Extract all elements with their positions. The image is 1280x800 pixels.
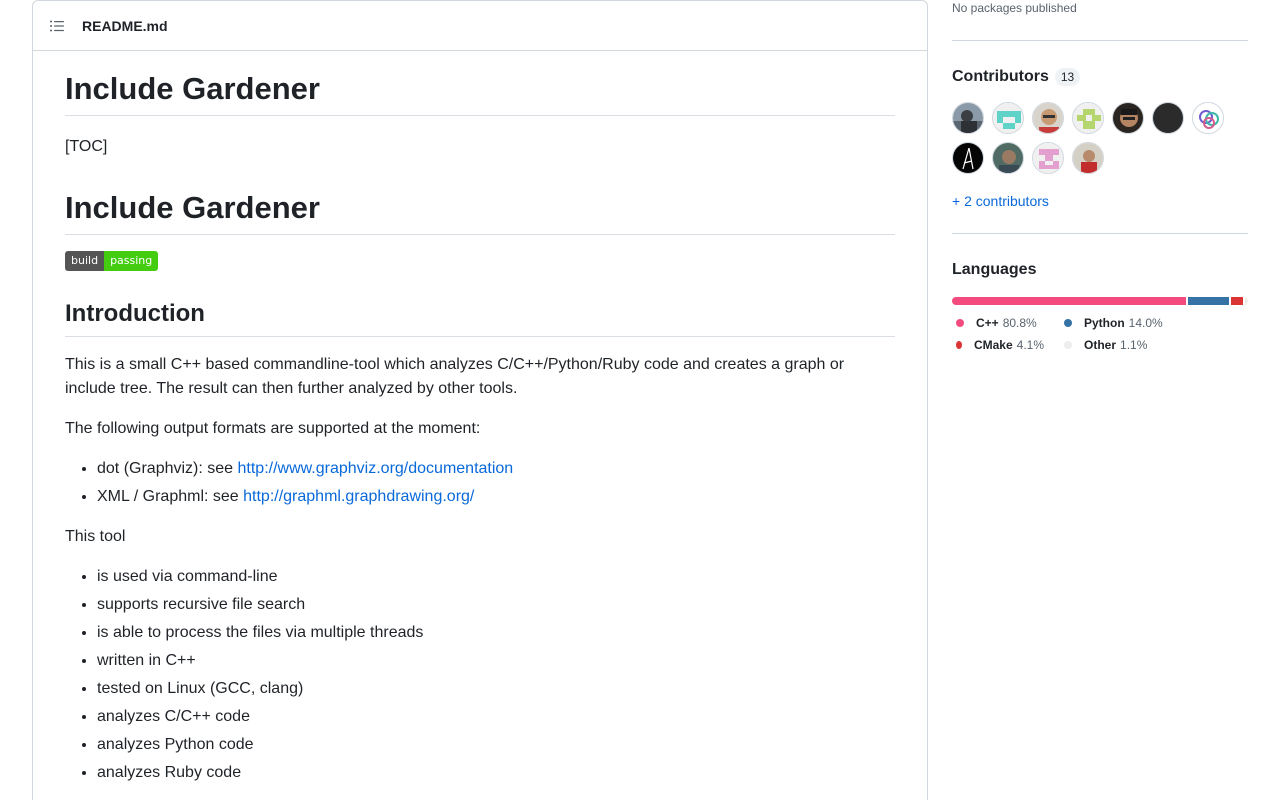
- language-color-dot: [1064, 319, 1072, 327]
- avatar[interactable]: [1152, 102, 1184, 134]
- language-bar-segment-cmake[interactable]: [1230, 297, 1243, 305]
- avatar[interactable]: [952, 102, 984, 134]
- list-item: analyzes Python code: [97, 733, 895, 757]
- language-percent: 4.1%: [1016, 338, 1044, 352]
- contributors-count-badge: 13: [1054, 68, 1081, 86]
- readme-header: README.md: [33, 1, 927, 51]
- language-item-cpp[interactable]: C++ 80.8%: [952, 315, 1044, 331]
- language-percent: 1.1%: [1120, 338, 1148, 352]
- avatar[interactable]: [1072, 142, 1104, 174]
- badge-status: passing: [104, 250, 159, 271]
- language-percent: 80.8%: [1002, 316, 1037, 330]
- avatar[interactable]: [992, 102, 1024, 134]
- list-item: analyzes Ruby code: [97, 761, 895, 785]
- intro-heading: Introduction: [65, 299, 895, 337]
- list-item: is used via command-line: [97, 565, 895, 589]
- language-item-python[interactable]: Python 14.0%: [1060, 315, 1200, 331]
- avatar[interactable]: [1192, 102, 1224, 134]
- graphviz-link[interactable]: http://www.graphviz.org/documentation: [238, 460, 514, 477]
- graphml-link[interactable]: http://graphml.graphdrawing.org/: [243, 488, 474, 505]
- languages-bar: [952, 297, 1248, 305]
- contributors-title: Contributors: [952, 68, 1049, 85]
- languages-list: C++ 80.8% Python 14.0% CMake 4.1% Other …: [952, 315, 1248, 359]
- features-list: is used via command-line supports recurs…: [65, 565, 895, 785]
- list-item: dot (Graphviz): see http://www.graphviz.…: [97, 457, 895, 481]
- language-name: CMake: [973, 338, 1013, 352]
- repo-sidebar: No packages published Contributors 13 + …: [952, 0, 1248, 359]
- list-item: supports recursive file search: [97, 593, 895, 617]
- formats-list: dot (Graphviz): see http://www.graphviz.…: [65, 457, 895, 509]
- contributors-avatars: [952, 102, 1232, 182]
- language-color-dot: [956, 341, 962, 349]
- avatar[interactable]: [1032, 142, 1064, 174]
- language-color-dot: [956, 319, 964, 327]
- list-item: XML / Graphml: see http://graphml.graphd…: [97, 485, 895, 509]
- readme-title-2: Include Gardener: [65, 189, 895, 235]
- language-item-cmake[interactable]: CMake 4.1%: [952, 337, 1044, 353]
- avatar[interactable]: [1032, 102, 1064, 134]
- list-item: analyzes C/C++ code: [97, 705, 895, 729]
- language-name: Other: [1084, 338, 1117, 352]
- language-color-dot: [1064, 341, 1072, 349]
- language-name: Python: [1084, 316, 1125, 330]
- tool-paragraph: This tool: [65, 527, 126, 545]
- contributors-heading[interactable]: Contributors 13: [952, 68, 1248, 86]
- avatar[interactable]: [1072, 102, 1104, 134]
- languages-section: Languages C++ 80.8% Python 14.0% CMake 4…: [952, 261, 1248, 359]
- list-item: tested on Linux (GCC, clang): [97, 677, 895, 701]
- language-bar-segment-other[interactable]: [1244, 297, 1248, 305]
- outline-list-icon[interactable]: [49, 18, 65, 34]
- avatar[interactable]: [952, 142, 984, 174]
- readme-title-1: Include Gardener: [65, 70, 895, 116]
- languages-title: Languages: [952, 261, 1037, 278]
- formats-paragraph: The following output formats are support…: [65, 419, 481, 437]
- list-item-text: XML / Graphml: see: [97, 487, 244, 505]
- more-contributors-link[interactable]: + 2 contributors: [952, 193, 1049, 209]
- build-status-badge[interactable]: build passing: [65, 250, 159, 271]
- list-item: written in C++: [97, 649, 895, 673]
- language-percent: 14.0%: [1128, 316, 1163, 330]
- readme-content: Include Gardener [TOC] Include Gardener …: [65, 51, 895, 785]
- avatar[interactable]: [992, 142, 1024, 174]
- readme-panel: README.md Include Gardener [TOC] Include…: [32, 0, 928, 800]
- readme-filename[interactable]: README.md: [82, 18, 168, 34]
- toc-placeholder: [TOC]: [65, 137, 108, 155]
- sidebar-divider: [952, 233, 1248, 234]
- list-item: is able to process the files via multipl…: [97, 621, 895, 645]
- no-packages-text: No packages published: [952, 1, 1077, 15]
- avatar[interactable]: [1112, 102, 1144, 134]
- contributors-section: Contributors 13 + 2 contributors: [952, 68, 1248, 211]
- badge-label: build: [65, 250, 105, 271]
- list-item-text: dot (Graphviz): see: [97, 459, 238, 477]
- language-name: C++: [976, 316, 999, 330]
- language-item-other[interactable]: Other 1.1%: [1060, 337, 1200, 353]
- intro-paragraph: This is a small C++ based commandline-to…: [65, 355, 845, 397]
- language-bar-segment-python[interactable]: [1188, 297, 1229, 305]
- sidebar-divider: [952, 40, 1248, 41]
- language-bar-segment-cpp[interactable]: [952, 297, 1187, 305]
